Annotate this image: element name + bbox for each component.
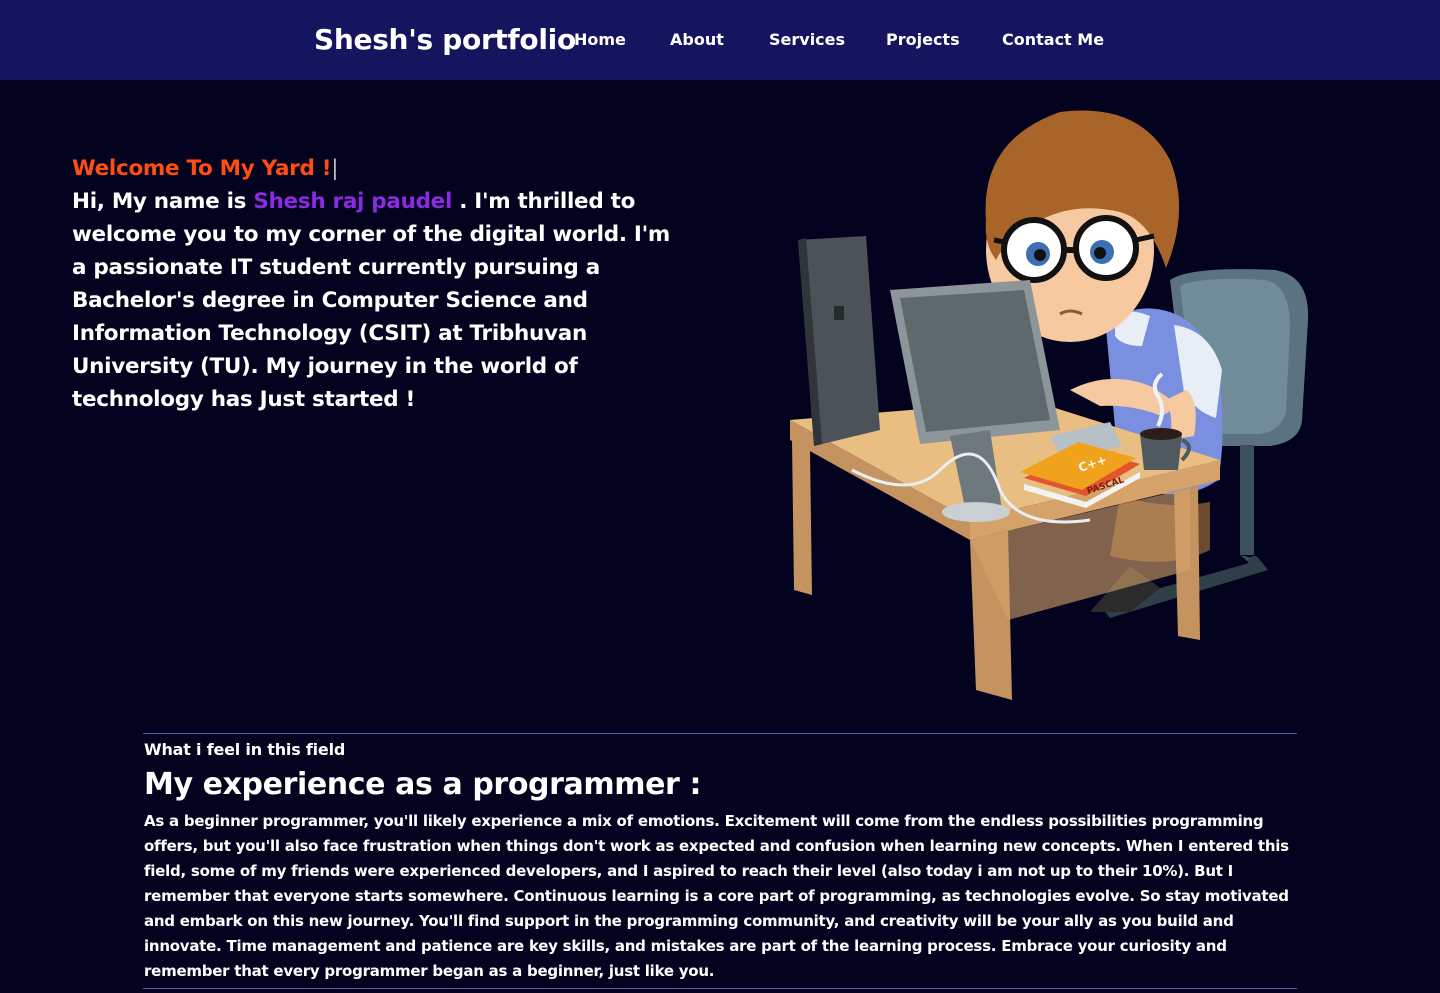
site-brand[interactable]: Shesh's portfolio: [314, 20, 576, 60]
welcome-heading: Welcome To My Yard !: [72, 156, 332, 181]
nav-link-about[interactable]: About: [670, 30, 724, 50]
typing-cursor: |: [331, 156, 339, 181]
intro-paragraph: Hi, My name is Shesh raj paudel . I'm th…: [72, 185, 672, 416]
owner-name: Shesh raj paudel: [253, 189, 453, 214]
nav-link-contact[interactable]: Contact Me: [1002, 30, 1104, 50]
intro-body: . I'm thrilled to welcome you to my corn…: [72, 189, 670, 412]
section-body: As a beginner programmer, you'll likely …: [144, 812, 1289, 980]
navbar: Shesh's portfolio Home About Services Pr…: [0, 0, 1440, 80]
nav-link-services[interactable]: Services: [769, 30, 845, 50]
nav-link-home[interactable]: Home: [574, 30, 626, 50]
section-kicker: What i feel in this field: [144, 740, 346, 759]
intro-prefix: Hi, My name is: [72, 189, 254, 214]
section-divider-top: [143, 733, 1297, 734]
section-divider-bottom: [143, 988, 1297, 989]
programmer-at-computer-illustration: C++ PASCAL: [790, 110, 1309, 700]
hero-intro: Welcome To My Yard !| Hi, My name is She…: [72, 152, 672, 416]
section-title: My experience as a programmer :: [144, 767, 702, 802]
welcome-line: Welcome To My Yard !|: [72, 152, 672, 185]
nav-link-projects[interactable]: Projects: [886, 30, 960, 50]
pc-tower: [798, 236, 880, 446]
